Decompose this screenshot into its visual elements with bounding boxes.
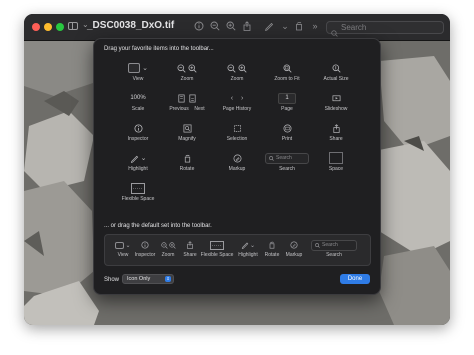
sheet-heading: Drag your favorite items into the toolba…	[104, 46, 214, 52]
flexible-space-box	[205, 240, 229, 250]
rotate-icon	[162, 151, 212, 165]
default-set-heading: ... or drag the default set into the too…	[104, 223, 212, 229]
toolbar-search-input[interactable]: Search	[326, 21, 444, 37]
palette-item-label: Inspector	[127, 136, 149, 142]
slideshow-icon	[311, 91, 361, 105]
actual-size-icon	[311, 61, 361, 75]
markup-icon	[282, 240, 306, 250]
zoom-in-icon[interactable]	[226, 21, 236, 31]
show-mode-value: Icon Only	[127, 276, 151, 282]
view-icon: ⌄	[113, 61, 163, 75]
zoom-to-fit-icon	[262, 61, 312, 75]
highlight-icon: ⌄	[113, 151, 163, 165]
preview-window: ⌄ _DSC0038_DxO.tif ⌄ » Search Drag your …	[24, 14, 450, 325]
page-number-box: 1	[278, 92, 296, 104]
palette-item-label: Slideshow	[324, 106, 348, 112]
default-toolbar-set[interactable]: ⌄ View Inspector Zoom Share Flexible Spa…	[104, 234, 371, 266]
chevron-updown-icon: ⇕	[165, 276, 171, 282]
palette-item-label: Zoom to Fit	[274, 76, 300, 82]
search-icon	[315, 242, 320, 248]
info-icon	[133, 240, 157, 250]
palette-item-label: Rotate	[179, 166, 195, 172]
zoom-icon	[156, 240, 180, 250]
sidebar-toggle-icon[interactable]	[68, 22, 78, 30]
show-mode-select[interactable]: Icon Only ⇕	[122, 274, 174, 284]
magnify-icon	[162, 121, 212, 135]
zoom-icon	[212, 61, 262, 75]
palette-item-label: Highlight	[128, 166, 148, 172]
palette-item-label: Space	[328, 166, 344, 172]
palette-item-label: Flexible Space	[121, 196, 155, 202]
previous-label: Previous	[169, 106, 189, 112]
palette-item-label: Selection	[226, 136, 248, 142]
previous-icon	[178, 94, 185, 102]
next-label: Next	[194, 106, 205, 112]
share-icon[interactable]	[242, 21, 252, 31]
share-icon	[178, 240, 202, 250]
more-icon[interactable]: »	[310, 21, 320, 31]
zoom-icon	[162, 61, 212, 75]
default-search-field: Search	[311, 239, 357, 251]
palette-item-label: Actual Size	[323, 76, 349, 82]
palette-search-placeholder: Search	[276, 155, 292, 161]
palette-item-label: Magnify	[178, 136, 196, 142]
flexible-space-box	[131, 182, 145, 194]
palette-item-label: Zoom	[180, 76, 194, 82]
page-history-icon: ‹ ›	[230, 94, 244, 102]
view-icon: ⌄	[111, 240, 135, 250]
done-button[interactable]: Done	[340, 274, 370, 284]
minimize-window-button[interactable]	[44, 23, 52, 31]
palette-item-label: Zoom	[230, 76, 244, 82]
title-bar: ⌄ _DSC0038_DxO.tif ⌄ » Search	[24, 14, 450, 41]
chevron-down-icon[interactable]: ⌄	[280, 21, 290, 31]
rotate-icon[interactable]	[294, 21, 304, 31]
share-icon	[311, 121, 361, 135]
close-window-button[interactable]	[32, 23, 40, 31]
info-icon[interactable]	[194, 21, 204, 31]
customize-toolbar-sheet: Drag your favorite items into the toolba…	[93, 38, 381, 295]
search-icon	[269, 155, 274, 161]
window-title: _DSC0038_DxO.tif	[87, 20, 175, 31]
selection-icon	[212, 121, 262, 135]
palette-item-label: Page History	[222, 106, 252, 112]
markup-icon[interactable]	[264, 21, 274, 31]
palette-search-field: Search	[265, 152, 309, 164]
zoom-window-button[interactable]	[56, 23, 64, 31]
search-placeholder: Search	[341, 23, 367, 32]
markup-icon	[212, 151, 262, 165]
palette-item-label: Share	[329, 136, 343, 142]
palette-item-label: Page	[281, 106, 293, 112]
zoom-out-icon[interactable]	[210, 21, 220, 31]
print-icon	[262, 121, 312, 135]
scale-value: 100%	[130, 95, 146, 101]
palette-item-label: View	[132, 76, 144, 82]
rotate-icon	[260, 240, 284, 250]
palette-item-label: Scale	[131, 106, 145, 112]
palette-item-label: Search	[279, 166, 295, 172]
show-label: Show	[104, 277, 120, 283]
highlight-icon: ⌄	[236, 240, 260, 250]
palette-item-label: Markup	[228, 166, 246, 172]
next-icon	[189, 94, 196, 102]
info-icon	[113, 121, 163, 135]
palette-item-label: Print	[281, 136, 293, 142]
space-box	[329, 152, 343, 164]
